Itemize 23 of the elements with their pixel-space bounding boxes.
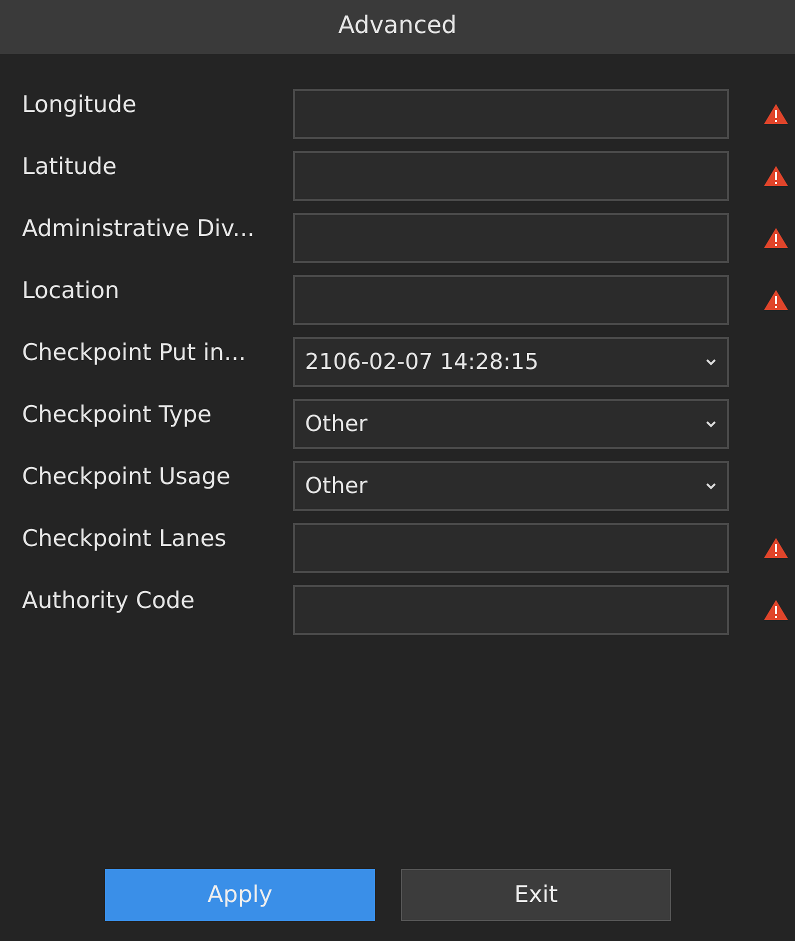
input-field[interactable] xyxy=(293,89,729,139)
input-field[interactable] xyxy=(293,213,729,263)
field-label: Checkpoint Type xyxy=(22,401,213,428)
input-field[interactable] xyxy=(293,151,729,201)
field-label: Checkpoint Lanes xyxy=(22,525,228,552)
dropdown[interactable]: Other xyxy=(293,399,729,449)
input-field[interactable] xyxy=(293,523,729,573)
window-title: Advanced xyxy=(0,0,795,54)
field-label: Administrative Div... xyxy=(22,215,256,242)
field-label: Location xyxy=(22,277,120,304)
chevron-icon xyxy=(705,358,717,366)
input-field[interactable] xyxy=(293,275,729,325)
chevron-icon xyxy=(705,420,717,428)
dropdown[interactable]: Other xyxy=(293,461,729,511)
field-label: Checkpoint Put in... xyxy=(22,339,247,366)
input-field[interactable] xyxy=(293,585,729,635)
chevron-icon xyxy=(705,482,717,490)
dropdown[interactable]: 2106-02-07 14:28:15 xyxy=(293,337,729,387)
field-label: Authority Code xyxy=(22,587,196,614)
dialog-button[interactable]: Exit xyxy=(401,869,671,921)
field-label: Latitude xyxy=(22,153,118,180)
field-label: Checkpoint Usage xyxy=(22,463,232,490)
field-label: Longitude xyxy=(22,91,138,118)
